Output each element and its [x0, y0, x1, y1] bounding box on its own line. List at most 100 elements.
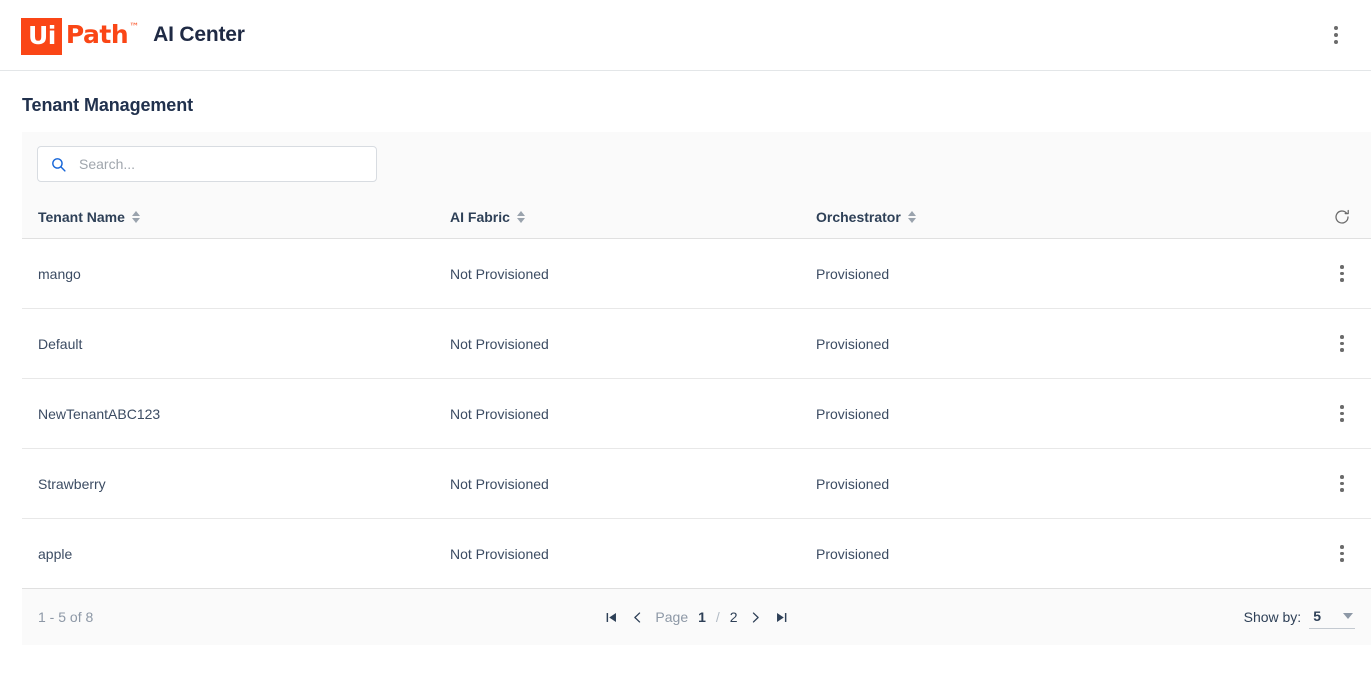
sort-ascending-icon	[131, 211, 140, 216]
table-row[interactable]: mango Not Provisioned Provisioned	[22, 239, 1371, 309]
cell-ai-fabric-status: Not Provisioned	[450, 545, 549, 562]
page-separator: /	[715, 609, 720, 625]
cell-tenant-name: apple	[38, 545, 73, 562]
pagination-controls: Page 1 / 2	[418, 608, 975, 626]
column-header-tenant-name-cell: Tenant Name	[38, 209, 450, 225]
search-input[interactable]	[77, 155, 366, 173]
table-header-zone: Tenant Name AI Fabric	[22, 132, 1371, 239]
cell-tenant-name: Default	[38, 335, 83, 352]
column-header-tenant-name[interactable]: Tenant Name	[38, 209, 450, 225]
column-header-ai-fabric[interactable]: AI Fabric	[450, 209, 816, 225]
kebab-dot	[1340, 418, 1344, 422]
sort-toggle-icon[interactable]	[907, 211, 916, 223]
tenant-table-card: Tenant Name AI Fabric	[22, 132, 1371, 645]
app-header: Ui Path ™ AI Center	[0, 0, 1371, 71]
record-range-text: 1 - 5 of 8	[38, 609, 94, 625]
product-name: AI Center	[153, 23, 245, 46]
cell-orchestrator-status: Provisioned	[816, 335, 890, 352]
sort-descending-icon	[516, 218, 525, 223]
current-page-number: 1	[698, 609, 706, 625]
kebab-dot	[1340, 558, 1344, 562]
table-row[interactable]: NewTenantABC123 Not Provisioned Provisio…	[22, 379, 1371, 449]
first-page-glyph	[606, 612, 616, 622]
chevron-down-icon	[1343, 612, 1353, 619]
column-header-orchestrator-cell: Orchestrator	[816, 209, 1296, 225]
table-row[interactable]: Strawberry Not Provisioned Provisioned	[22, 449, 1371, 519]
logo-trademark-icon: ™	[129, 22, 140, 33]
refresh-button[interactable]	[1329, 204, 1355, 230]
row-menu-kebab-vertical-icon[interactable]	[1329, 261, 1355, 287]
uipath-logo: Ui Path ™	[21, 18, 140, 55]
column-header-label: AI Fabric	[450, 209, 510, 225]
search-icon	[52, 157, 66, 172]
total-pages-number: 2	[729, 609, 738, 625]
page-title: Tenant Management	[22, 95, 193, 115]
prev-page-icon[interactable]	[629, 608, 645, 626]
table-row[interactable]: apple Not Provisioned Provisioned	[22, 519, 1371, 589]
kebab-dot	[1340, 488, 1344, 492]
sort-toggle-icon[interactable]	[131, 211, 140, 223]
column-header-ai-fabric-cell: AI Fabric	[450, 209, 816, 225]
table-column-headers: Tenant Name AI Fabric Orchestrator	[22, 196, 1371, 238]
kebab-vertical-icon[interactable]	[1321, 20, 1351, 50]
column-header-actions-cell	[1296, 204, 1355, 230]
page-size-value: 5	[1313, 607, 1321, 624]
column-header-orchestrator[interactable]: Orchestrator	[816, 209, 1296, 225]
row-menu-kebab-vertical-icon[interactable]	[1329, 471, 1355, 497]
kebab-dot	[1340, 348, 1344, 352]
brand-logo[interactable]: Ui Path ™ AI Center	[21, 18, 245, 55]
kebab-dot	[1340, 551, 1344, 556]
kebab-dot	[1340, 405, 1344, 409]
cell-tenant-name: NewTenantABC123	[38, 405, 161, 422]
cell-tenant-name: Strawberry	[38, 475, 106, 492]
row-menu-kebab-vertical-icon[interactable]	[1329, 541, 1355, 567]
kebab-dot	[1334, 26, 1338, 30]
cell-orchestrator-status: Provisioned	[816, 475, 890, 492]
last-page-glyph	[777, 612, 787, 622]
cell-row-actions	[1296, 471, 1355, 497]
page-size-control: Show by: 5	[975, 606, 1355, 629]
search-box[interactable]	[37, 146, 377, 182]
sort-toggle-icon[interactable]	[516, 211, 525, 223]
next-page-icon[interactable]	[748, 608, 764, 626]
cell-ai-fabric-status: Not Provisioned	[450, 475, 549, 492]
sort-ascending-icon	[907, 211, 916, 216]
search-toolbar	[22, 132, 1371, 196]
table-row[interactable]: Default Not Provisioned Provisioned	[22, 309, 1371, 379]
kebab-dot	[1340, 271, 1344, 276]
row-menu-kebab-vertical-icon[interactable]	[1329, 331, 1355, 357]
cell-row-actions	[1296, 541, 1355, 567]
cell-row-actions	[1296, 331, 1355, 357]
first-page-icon[interactable]	[603, 608, 619, 626]
kebab-dot	[1340, 545, 1344, 549]
cell-row-actions	[1296, 401, 1355, 427]
kebab-dot	[1340, 265, 1344, 269]
cell-ai-fabric-status: Not Provisioned	[450, 405, 549, 422]
kebab-dot	[1340, 475, 1344, 479]
cell-ai-fabric-status: Not Provisioned	[450, 265, 549, 282]
sort-descending-icon	[131, 218, 140, 223]
kebab-dot	[1340, 411, 1344, 416]
sort-ascending-icon	[516, 211, 525, 216]
refresh-icon	[1335, 209, 1349, 224]
cell-orchestrator-status: Provisioned	[816, 265, 890, 282]
page-label: Page	[655, 609, 689, 625]
show-by-label: Show by:	[1243, 609, 1302, 625]
kebab-dot	[1340, 335, 1344, 339]
sort-descending-icon	[907, 218, 916, 223]
column-header-label: Orchestrator	[816, 209, 901, 225]
kebab-dot	[1334, 33, 1338, 37]
last-page-icon[interactable]	[774, 608, 790, 626]
cell-row-actions	[1296, 261, 1355, 287]
kebab-dot	[1334, 40, 1338, 44]
row-menu-kebab-vertical-icon[interactable]	[1329, 401, 1355, 427]
cell-orchestrator-status: Provisioned	[816, 545, 890, 562]
cell-ai-fabric-status: Not Provisioned	[450, 335, 549, 352]
page-size-select[interactable]: 5	[1309, 606, 1355, 629]
kebab-dot	[1340, 341, 1344, 346]
cell-tenant-name: mango	[38, 265, 81, 282]
kebab-dot	[1340, 481, 1344, 486]
cell-orchestrator-status: Provisioned	[816, 405, 890, 422]
logo-ui-badge: Ui	[21, 18, 62, 55]
column-header-label: Tenant Name	[38, 209, 125, 225]
